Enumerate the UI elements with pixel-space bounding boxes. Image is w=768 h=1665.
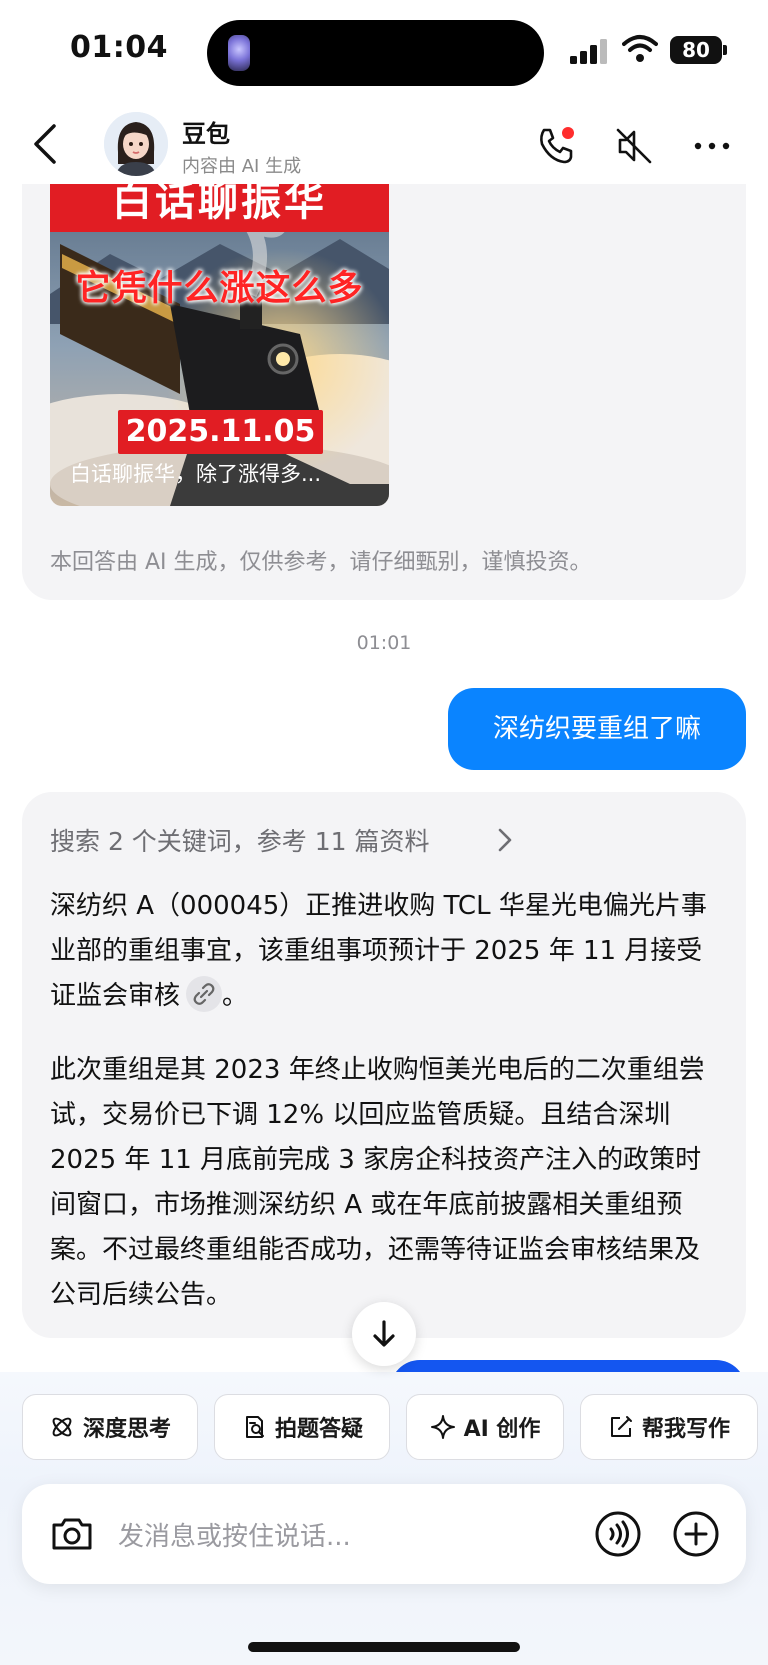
quick-action-photo-question[interactable]: 拍题答疑 (214, 1394, 390, 1460)
atom-icon (52, 1417, 72, 1437)
camera-icon[interactable] (48, 1510, 96, 1558)
quick-action-label: AI 创作 (463, 1417, 541, 1442)
thumbnail-subtitle: 它凭什么涨这么多 (75, 269, 364, 309)
quick-action-label: 深度思考 (82, 1417, 171, 1442)
news-video-thumbnail[interactable]: 白话聊振华 它凭什么涨这么多 2025.11.05 白话聊振华，除了涨得多... (50, 184, 389, 506)
home-indicator[interactable] (248, 1642, 520, 1652)
answer-paragraph-1-end: 。 (222, 981, 249, 1011)
battery-tip (723, 45, 727, 55)
answer-paragraph-1-text: 深纺织 A（000045）正推进收购 TCL 华星光电偏光片事业部的重组事宜，该… (50, 891, 707, 1011)
voice-call-icon[interactable] (594, 1510, 642, 1558)
flashlight-indicator-icon (228, 35, 250, 71)
answer-paragraph-2: 此次重组是其 2023 年终止收购恒美光电后的二次重组尝试，交易价已下调 12%… (50, 1055, 705, 1310)
thumbnail-caption: 白话聊振华，除了涨得多... (70, 462, 322, 486)
ai-disclaimer: 本回答由 AI 生成，仅供参考，请仔细甄别，谨慎投资。 (50, 550, 592, 575)
back-arrow-icon[interactable] (30, 122, 60, 166)
scroll-to-bottom-button[interactable] (352, 1302, 416, 1366)
user-message-bubble[interactable]: 深纺织要重组了嘛 (448, 688, 746, 770)
chevron-right-icon[interactable] (496, 826, 514, 854)
thumbnail-date: 2025.11.05 (118, 410, 323, 454)
scan-question-icon (245, 1416, 264, 1438)
avatar-face-icon (104, 112, 168, 176)
call-notification-dot (562, 127, 574, 139)
speaker-muted-icon[interactable] (612, 124, 656, 168)
battery-indicator: 80 (670, 36, 722, 64)
more-options-icon[interactable] (690, 124, 734, 168)
arrow-down-icon (373, 1320, 395, 1347)
edit-icon (610, 1416, 632, 1437)
message-timestamp: 01:01 (356, 632, 412, 654)
quick-action-label: 帮我写作 (641, 1417, 730, 1442)
answer-paragraph-1: 深纺织 A（000045）正推进收购 TCL 华星光电偏光片事业部的重组事宜，该… (50, 884, 720, 1019)
thumbnail-title: 白话聊振华 (50, 184, 389, 232)
quick-action-label: 拍题答疑 (274, 1417, 363, 1442)
status-time: 01:04 (70, 30, 168, 65)
cellular-signal-icon (570, 39, 607, 64)
reference-link-icon[interactable] (186, 975, 223, 1012)
wifi-icon (622, 35, 658, 62)
bot-avatar[interactable] (104, 112, 168, 176)
quick-action-ai-create[interactable]: AI 创作 (406, 1394, 564, 1460)
dynamic-island (207, 20, 544, 86)
chat-title: 豆包 (182, 120, 230, 148)
message-input[interactable]: 发消息或按住说话... (118, 1516, 351, 1553)
add-plus-icon[interactable] (672, 1510, 720, 1558)
sparkle-icon (430, 1415, 455, 1439)
chat-subtitle: 内容由 AI 生成 (182, 156, 302, 177)
quick-action-deep-think[interactable]: 深度思考 (22, 1394, 198, 1460)
quick-action-write[interactable]: 帮我写作 (580, 1394, 758, 1460)
search-sources-link[interactable]: 搜索 2 个关键词，参考 11 篇资料 (50, 822, 430, 858)
